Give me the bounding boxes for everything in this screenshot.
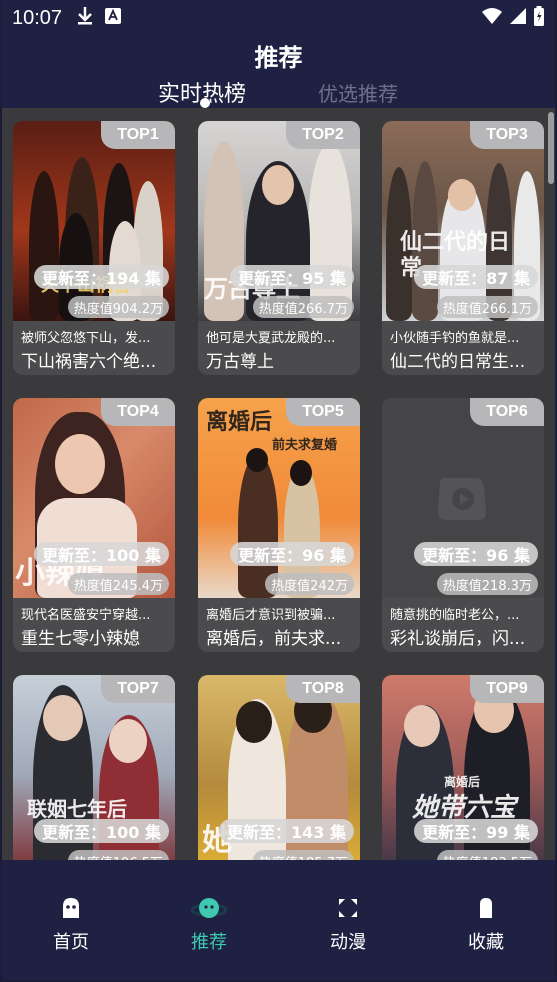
home-ghost-icon bbox=[59, 896, 83, 920]
popularity-badge: 热度值245.4万 bbox=[67, 573, 169, 595]
card-description: 被师父忽悠下山，发... bbox=[21, 331, 151, 346]
rank-badge: TOP4 bbox=[101, 398, 175, 426]
nav-label-anime: 动漫 bbox=[330, 932, 366, 953]
ranking-grid[interactable]: 天下山祸害 TOP1 更新至：194 集 热度值904.2万 被师父忽悠下山，发… bbox=[0, 108, 557, 860]
card-description: 小伙随手钓的鱼就是... bbox=[390, 331, 520, 346]
download-icon bbox=[76, 6, 94, 30]
card-title: 彩礼谈崩后，闪... bbox=[390, 629, 526, 649]
nav-label-recommend: 推荐 bbox=[191, 932, 227, 953]
rank-badge: TOP3 bbox=[470, 121, 544, 149]
episode-update-badge: 更新至：96 集 bbox=[414, 542, 538, 566]
nav-recommend[interactable]: 推荐 bbox=[164, 896, 254, 954]
rank-badge: TOP6 bbox=[470, 398, 544, 426]
poster-image: 离婚后 前夫求复婚 bbox=[198, 398, 360, 598]
anime-grid-icon bbox=[336, 896, 360, 920]
poster-title-art: 离婚后 bbox=[206, 409, 273, 435]
bottom-nav: 首页 推荐 动漫 收藏 bbox=[0, 860, 557, 982]
episode-update-badge: 更新至：96 集 bbox=[230, 542, 354, 566]
drama-card[interactable]: 小辣媳 TOP4 更新至：100 集 热度值245.4万 现代名医盛安宁穿越..… bbox=[13, 398, 175, 652]
card-title: 下山祸害六个绝... bbox=[21, 352, 157, 372]
card-description: 离婚后才意识到被骗... bbox=[206, 608, 336, 623]
card-title: 离婚后，前夫求... bbox=[206, 629, 342, 649]
card-description: 随意挑的临时老公，... bbox=[390, 608, 520, 623]
drama-card[interactable]: TOP6 更新至：96 集 热度值218.3万 随意挑的临时老公，... 彩礼谈… bbox=[382, 398, 544, 652]
rank-badge: TOP1 bbox=[101, 121, 175, 149]
status-bar: 10:07 bbox=[0, 0, 557, 36]
scrollbar[interactable] bbox=[548, 112, 554, 184]
card-title: 重生七零小辣媳 bbox=[21, 629, 140, 649]
card-title: 仙二代的日常生... bbox=[390, 352, 526, 372]
bookmark-icon bbox=[474, 896, 498, 920]
status-time: 10:07 bbox=[12, 6, 63, 29]
poster-image: 小辣媳 bbox=[13, 398, 175, 598]
episode-update-badge: 更新至：143 集 bbox=[219, 819, 354, 843]
recommend-planet-icon bbox=[190, 896, 228, 920]
tab-indicator bbox=[200, 98, 210, 108]
battery-icon bbox=[533, 6, 545, 30]
poster-image: 万古尊上 bbox=[198, 121, 360, 321]
wifi-icon bbox=[481, 7, 503, 29]
drama-card[interactable]: 万古尊上 TOP2 更新至：95 集 热度值266.7万 他可是大夏武龙殿的..… bbox=[198, 121, 360, 375]
popularity-badge: 热度值266.7万 bbox=[252, 296, 354, 318]
video-placeholder-icon bbox=[436, 476, 488, 526]
card-description: 现代名医盛安宁穿越... bbox=[21, 608, 151, 623]
rank-badge: TOP9 bbox=[470, 675, 544, 703]
popularity-badge: 热度值218.3万 bbox=[436, 573, 538, 595]
popularity-badge: 热度值185.7万 bbox=[252, 850, 354, 860]
episode-update-badge: 更新至：95 集 bbox=[230, 265, 354, 289]
card-title: 万古尊上 bbox=[206, 352, 274, 372]
nav-label-home: 首页 bbox=[53, 932, 89, 953]
episode-update-badge: 更新至：100 集 bbox=[34, 819, 169, 843]
poster-placeholder bbox=[382, 398, 544, 598]
nav-home[interactable]: 首页 bbox=[26, 896, 116, 954]
drama-card[interactable]: 她 TOP8 更新至：143 集 热度值185.7万 bbox=[198, 675, 360, 860]
popularity-badge: 热度值183.5万 bbox=[436, 850, 538, 860]
drama-card[interactable]: 离婚后 前夫求复婚 TOP5 更新至：96 集 热度值242万 离婚后才意识到被… bbox=[198, 398, 360, 652]
drama-card[interactable]: 仙二代的日常 TOP3 更新至：87 集 热度值266.1万 小伙随手钓的鱼就是… bbox=[382, 121, 544, 375]
nav-anime[interactable]: 动漫 bbox=[303, 896, 393, 954]
drama-card[interactable]: 天下山祸害 TOP1 更新至：194 集 热度值904.2万 被师父忽悠下山，发… bbox=[13, 121, 175, 375]
poster-image: 天下山祸害 bbox=[13, 121, 175, 321]
drama-card[interactable]: 离婚后 她带六宝 TOP9 更新至：99 集 热度值183.5万 bbox=[382, 675, 544, 860]
tab-curated[interactable]: 优选推荐 bbox=[318, 78, 398, 107]
card-description: 他可是大夏武龙殿的... bbox=[206, 331, 336, 346]
drama-card[interactable]: 联姻七年后 TOP7 更新至：100 集 热度值196.5万 bbox=[13, 675, 175, 860]
poster-subtitle-art: 前夫求复婚 bbox=[272, 438, 338, 453]
poster-title-art: 联姻七年后 bbox=[27, 797, 127, 821]
popularity-badge: 热度值266.1万 bbox=[436, 296, 538, 318]
app-notification-icon bbox=[104, 7, 122, 29]
episode-update-badge: 更新至：100 集 bbox=[34, 542, 169, 566]
episode-update-badge: 更新至：194 集 bbox=[34, 265, 169, 289]
nav-label-favorites: 收藏 bbox=[468, 932, 504, 953]
poster-image: 仙二代的日常 bbox=[382, 121, 544, 321]
signal-icon bbox=[509, 7, 527, 29]
popularity-badge: 热度值904.2万 bbox=[67, 296, 169, 318]
popularity-badge: 热度值242万 bbox=[265, 573, 354, 595]
rank-badge: TOP8 bbox=[286, 675, 360, 703]
header: 推荐 实时热榜 优选推荐 bbox=[0, 36, 557, 108]
page-title: 推荐 bbox=[254, 44, 303, 72]
popularity-badge: 热度值196.5万 bbox=[67, 850, 169, 860]
rank-badge: TOP5 bbox=[286, 398, 360, 426]
rank-badge: TOP2 bbox=[286, 121, 360, 149]
episode-update-badge: 更新至：87 集 bbox=[414, 265, 538, 289]
rank-badge: TOP7 bbox=[101, 675, 175, 703]
episode-update-badge: 更新至：99 集 bbox=[414, 819, 538, 843]
nav-favorites[interactable]: 收藏 bbox=[441, 896, 531, 954]
